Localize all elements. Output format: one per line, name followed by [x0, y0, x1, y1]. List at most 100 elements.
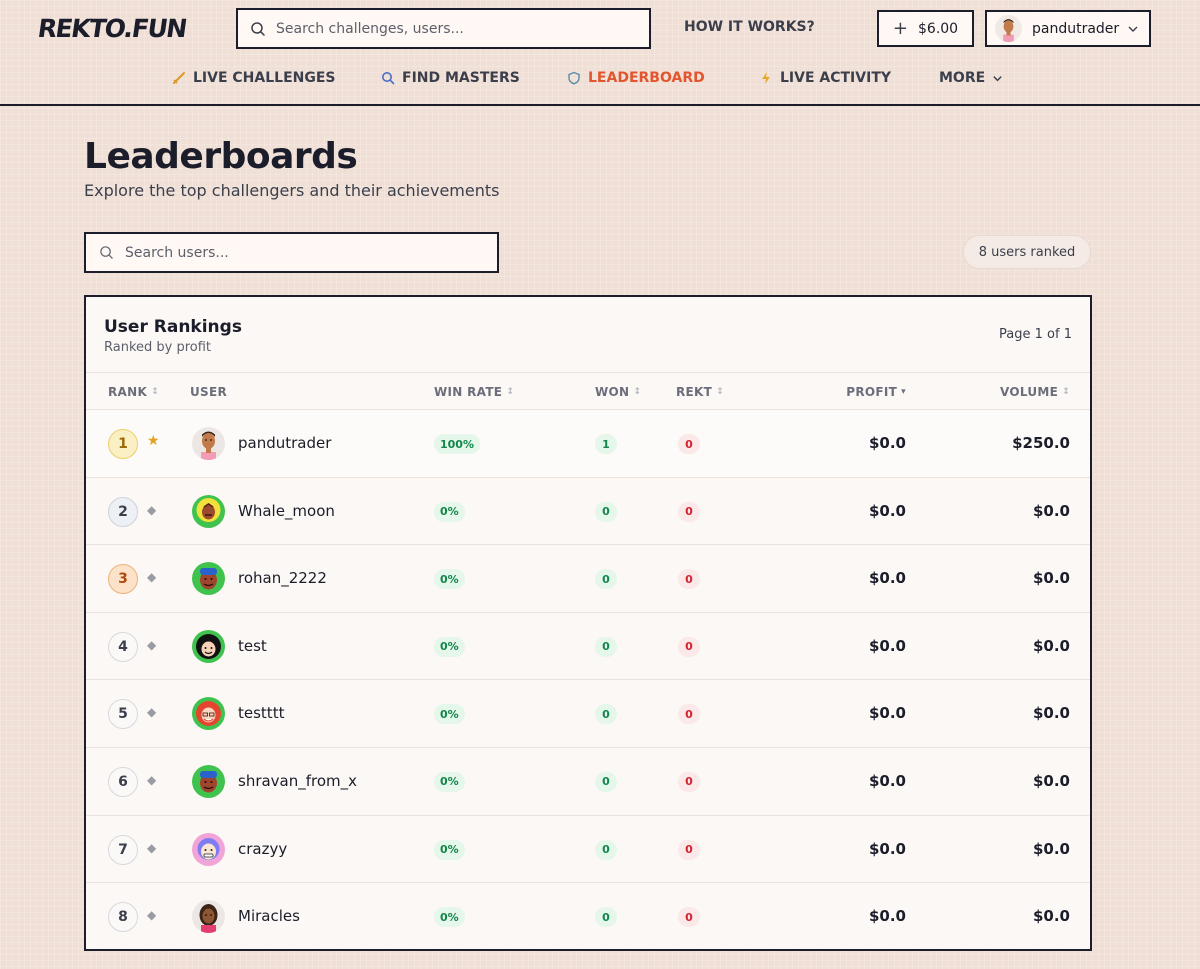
won-count-badge: 0: [595, 501, 617, 522]
profit-value: $0.0: [868, 434, 906, 452]
win-rate-badge: 0%: [434, 771, 465, 792]
avatar[interactable]: [192, 764, 225, 798]
volume-value: $0.0: [1032, 636, 1070, 655]
user-avatar-icon: [192, 494, 225, 528]
username[interactable]: testttt: [238, 704, 284, 722]
column-rekt[interactable]: REKT ↕: [676, 385, 724, 399]
logo[interactable]: REKTO.FUN: [36, 14, 188, 43]
username[interactable]: shravan_from_x: [238, 772, 357, 790]
won-count-badge: 0: [595, 569, 617, 590]
volume-value: $0.0: [1032, 704, 1070, 723]
user-avatar-icon: [192, 427, 225, 460]
user-menu-name: pandutrader: [1032, 20, 1120, 37]
profit-value: $0.0: [868, 704, 906, 723]
win-rate-badge: 0%: [434, 839, 465, 860]
nav-label: MORE: [939, 70, 986, 86]
rekt-count-badge: 0: [678, 636, 700, 657]
rekt-count-badge: 0: [678, 704, 700, 725]
avatar[interactable]: [192, 832, 225, 866]
star-icon: ★: [147, 433, 160, 449]
user-avatar-icon: [192, 697, 225, 731]
avatar: [995, 15, 1022, 42]
rekt-count-badge: 0: [678, 569, 700, 590]
page-subtitle: Explore the top challengers and their ac…: [84, 181, 500, 200]
column-won[interactable]: WON ↕: [595, 385, 641, 399]
avatar[interactable]: [192, 494, 225, 528]
username[interactable]: rohan_2222: [238, 569, 327, 587]
table-row[interactable]: 4 ◆ test 0% 0 0 $0.0 $0.0: [86, 613, 1090, 681]
column-label: WIN RATE: [434, 385, 503, 399]
global-search-input[interactable]: [276, 20, 649, 37]
column-label: VOLUME: [999, 385, 1059, 399]
nav-live-activity[interactable]: LIVE ACTIVITY: [759, 70, 891, 86]
column-profit[interactable]: PROFIT ▾: [846, 385, 906, 399]
volume-value: $0.0: [1032, 569, 1070, 588]
how-it-works-link[interactable]: HOW IT WORKS?: [684, 19, 815, 35]
column-volume[interactable]: VOLUME ↕: [1000, 385, 1070, 399]
profit-value: $0.0: [868, 501, 906, 520]
profit-value: $0.0: [868, 569, 906, 588]
sword-icon: [173, 72, 185, 84]
table-body: 1 ★ pandutrader 100% 1 0 $0.0 $250.0 2 ◆…: [86, 410, 1090, 949]
nav-live-challenges[interactable]: LIVE CHALLENGES: [172, 70, 336, 86]
won-count-badge: 0: [595, 839, 617, 860]
sort-icon: ↕: [633, 387, 642, 397]
column-user: USER: [190, 385, 227, 399]
page-title: Leaderboards: [84, 136, 358, 177]
username[interactable]: Whale_moon: [238, 502, 335, 520]
table-row[interactable]: 1 ★ pandutrader 100% 1 0 $0.0 $250.0: [86, 410, 1090, 478]
top-bar: REKTO.FUN HOW IT WORKS? + $6.00 pandutra…: [0, 0, 1200, 106]
sort-icon: ↕: [1062, 387, 1070, 397]
avatar[interactable]: [192, 562, 225, 596]
nav-find-masters[interactable]: FIND MASTERS: [381, 70, 520, 86]
table-row[interactable]: 5 ◆ testttt 0% 0 0 $0.0 $0.0: [86, 680, 1090, 748]
balance-amount: $6.00: [918, 20, 959, 37]
column-rank[interactable]: RANK ↕: [108, 385, 159, 399]
table-row[interactable]: 6 ◆ shravan_from_x 0% 0 0 $0.0 $0.0: [86, 748, 1090, 816]
users-ranked-badge: 8 users ranked: [963, 235, 1091, 269]
nav-more[interactable]: MORE: [939, 70, 1003, 86]
profit-value: $0.0: [868, 839, 906, 858]
rank-badge: 4: [108, 631, 138, 662]
table-row[interactable]: 2 ◆ Whale_moon 0% 0 0 $0.0 $0.0: [86, 478, 1090, 546]
user-menu-button[interactable]: pandutrader: [985, 10, 1151, 47]
user-avatar-icon: [192, 764, 225, 798]
column-label: USER: [190, 385, 228, 399]
nav-label: LIVE ACTIVITY: [780, 70, 892, 86]
table-row[interactable]: 8 ◆ Miracles 0% 0 0 $0.0 $0.0: [86, 883, 1090, 949]
rekt-count-badge: 0: [678, 501, 700, 522]
diamond-icon: ◆: [147, 637, 157, 652]
nav-label: FIND MASTERS: [402, 70, 520, 86]
volume-value: $0.0: [1032, 839, 1070, 858]
global-search-box[interactable]: [236, 8, 651, 49]
win-rate-badge: 0%: [434, 636, 465, 657]
user-search-box[interactable]: [84, 232, 499, 273]
volume-value: $0.0: [1032, 907, 1070, 926]
nav-leaderboard[interactable]: LEADERBOARD: [567, 70, 705, 86]
avatar[interactable]: [192, 900, 225, 934]
avatar[interactable]: [192, 629, 225, 663]
rank-badge: 6: [108, 766, 138, 797]
lightning-icon: [762, 72, 770, 84]
add-funds-button[interactable]: + $6.00: [877, 10, 974, 47]
column-label: WON: [595, 385, 630, 399]
card-title: User Rankings: [104, 317, 242, 337]
username[interactable]: Miracles: [238, 907, 300, 925]
username[interactable]: crazyy: [238, 840, 287, 858]
diamond-icon: ◆: [147, 840, 157, 855]
table-row[interactable]: 7 ◆ crazyy 0% 0 0 $0.0 $0.0: [86, 816, 1090, 884]
avatar[interactable]: [192, 427, 225, 460]
diamond-icon: ◆: [147, 772, 157, 787]
table-row[interactable]: 3 ◆ rohan_2222 0% 0 0 $0.0 $0.0: [86, 545, 1090, 613]
username[interactable]: pandutrader: [238, 434, 331, 452]
user-search-input[interactable]: [125, 244, 497, 261]
chevron-down-icon: [1128, 26, 1138, 32]
rekt-count-badge: 0: [678, 434, 700, 454]
column-win-rate[interactable]: WIN RATE ↕: [434, 385, 514, 399]
win-rate-badge: 0%: [434, 907, 465, 928]
won-count-badge: 1: [595, 434, 617, 454]
avatar[interactable]: [192, 697, 225, 731]
username[interactable]: test: [238, 637, 267, 655]
sort-icon: ↕: [151, 387, 159, 397]
sort-icon: ↕: [506, 387, 515, 397]
